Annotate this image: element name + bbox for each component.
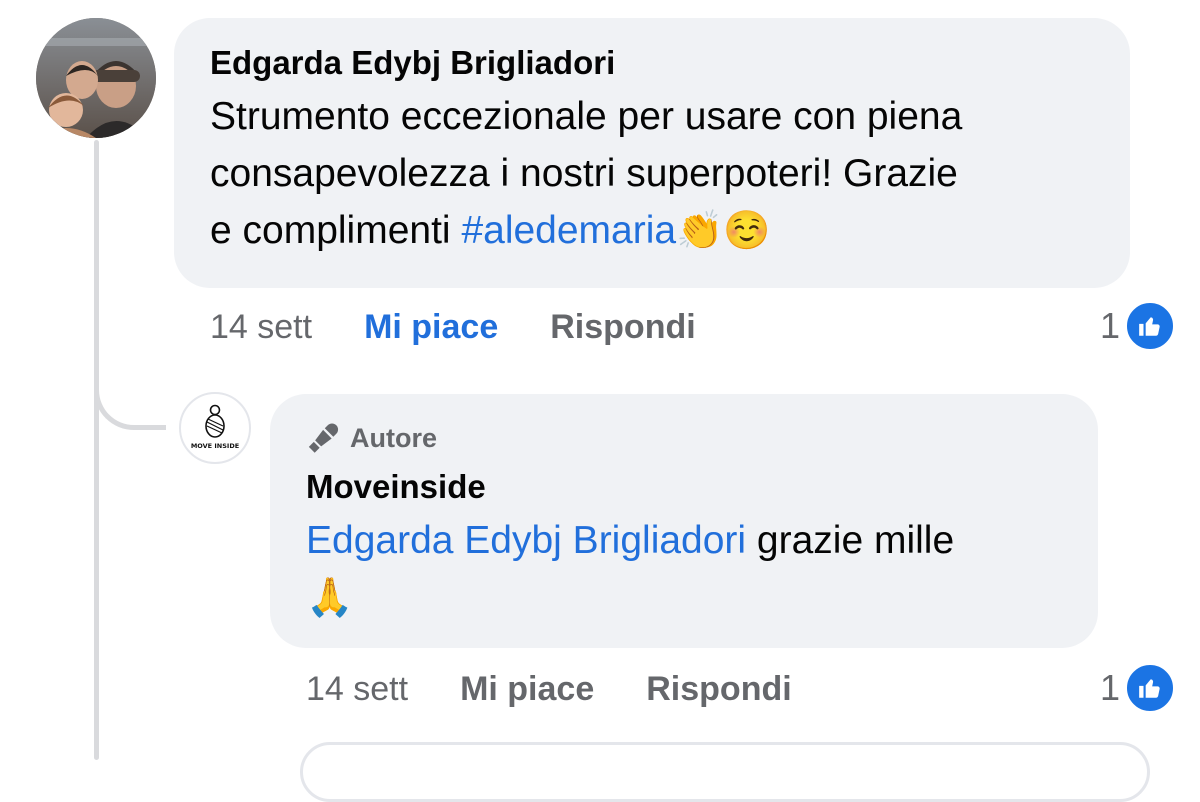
thread-line bbox=[94, 140, 99, 760]
like-button[interactable]: Mi piace bbox=[460, 670, 594, 709]
reply-button[interactable]: Rispondi bbox=[646, 670, 791, 709]
thumbs-up-icon bbox=[1124, 300, 1176, 352]
hashtag-link[interactable]: #aledemaria bbox=[461, 209, 676, 252]
comment-text-line: consapevolezza i nostri superpoteri! Gra… bbox=[210, 152, 958, 195]
reaction-count: 1 bbox=[1099, 667, 1120, 708]
comment-actions: 14 sett Mi piace Rispondi bbox=[210, 302, 696, 352]
reply-input-box[interactable] bbox=[300, 742, 1150, 802]
moveinside-logo: MOVE INSIDE bbox=[191, 404, 239, 450]
reply-text-body: grazie mille bbox=[746, 519, 955, 562]
comment-timestamp[interactable]: 14 sett bbox=[210, 308, 312, 347]
mention-link[interactable]: Edgarda Edybj Brigliadori bbox=[306, 519, 746, 562]
reply-actions: 14 sett Mi piace Rispondi bbox=[306, 664, 792, 714]
comment-text-line: Strumento eccezionale per usare con pien… bbox=[210, 95, 963, 138]
reply-text: Edgarda Edybj Brigliadori grazie mille 🙏 bbox=[306, 512, 1062, 626]
reaction-summary[interactable]: 1 bbox=[1100, 300, 1176, 352]
folded-hands-emoji: 🙏 bbox=[306, 575, 354, 619]
svg-text:MOVE INSIDE: MOVE INSIDE bbox=[191, 442, 239, 450]
comment-text: Strumento eccezionale per usare con pien… bbox=[210, 88, 1094, 259]
comment-bubble: Edgarda Edybj Brigliadori Strumento ecce… bbox=[174, 18, 1130, 288]
thread-connector bbox=[94, 370, 166, 430]
avatar-photo bbox=[36, 18, 156, 138]
reaction-count: 1 bbox=[1099, 305, 1120, 346]
reply-timestamp[interactable]: 14 sett bbox=[306, 670, 408, 709]
avatar[interactable] bbox=[36, 18, 156, 138]
reply-button[interactable]: Rispondi bbox=[550, 308, 695, 347]
like-button[interactable]: Mi piace bbox=[364, 308, 498, 347]
comment-author-name[interactable]: Edgarda Edybj Brigliadori bbox=[210, 42, 1094, 84]
author-badge-label: Autore bbox=[350, 422, 437, 453]
reply-bubble: Autore Moveinside Edgarda Edybj Brigliad… bbox=[270, 394, 1098, 648]
clapping-hands-smiling-emoji: 👏☺️ bbox=[676, 208, 771, 252]
reply-author-name[interactable]: Moveinside bbox=[306, 466, 1062, 508]
comment-text-line: e complimenti bbox=[210, 209, 462, 252]
thumbs-up-icon bbox=[1124, 662, 1176, 714]
author-badge: Autore bbox=[306, 418, 1062, 458]
page-avatar[interactable]: MOVE INSIDE bbox=[179, 392, 251, 464]
microphone-icon bbox=[308, 423, 339, 453]
reaction-summary[interactable]: 1 bbox=[1100, 662, 1176, 714]
